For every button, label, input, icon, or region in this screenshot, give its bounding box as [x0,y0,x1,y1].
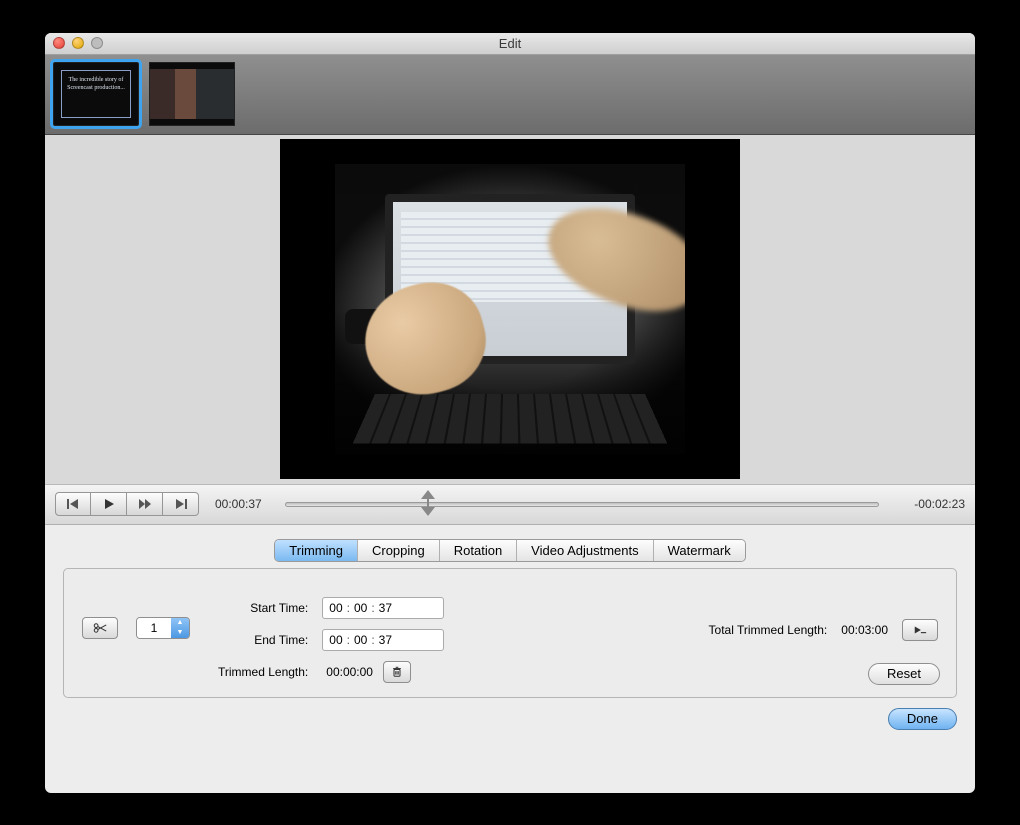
tab-trimming[interactable]: Trimming [275,540,358,561]
trim-time-grid: Start Time: 00: 00: 37 End Time: 00: 00:… [218,597,444,683]
fast-forward-button[interactable] [127,492,163,516]
delete-segment-button[interactable] [383,661,411,683]
play-export-icon [913,624,927,636]
end-mm: 00 [354,633,367,647]
preview-area [45,135,975,485]
segment-stepper[interactable]: 1 ▲ ▼ [136,617,190,639]
trimmed-length-value: 00:00:00 [326,665,373,679]
preview-trimmed-button[interactable] [902,619,938,641]
skip-end-icon [174,498,188,510]
scissors-icon [93,622,107,634]
minimize-icon[interactable] [72,37,84,49]
start-hh: 00 [329,601,342,615]
end-time-input[interactable]: 00: 00: 37 [322,629,444,651]
trimming-panel: 1 ▲ ▼ Start Time: 00: 00: 37 End Time: 0… [63,568,957,698]
total-trimmed-label: Total Trimmed Length: [709,623,828,637]
video-frame-image [335,164,685,454]
play-icon [102,498,116,510]
end-time-label: End Time: [218,633,308,647]
start-time-label: Start Time: [218,601,308,615]
titlebar: Edit [45,33,975,55]
trim-segment-controls: 1 ▲ ▼ [82,597,190,639]
clip-thumbnail-preview [150,69,234,119]
segment-value: 1 [137,618,171,638]
dialog-footer: Done [45,708,975,744]
clip-thumbnail-preview: The incredible story of Screencast produ… [61,70,131,118]
trash-icon [390,666,404,678]
playback-bar: 00:00:37 -00:02:23 [45,485,975,525]
tab-watermark[interactable]: Watermark [654,540,745,561]
current-time: 00:00:37 [215,497,275,511]
edit-tabs: Trimming Cropping Rotation Video Adjustm… [45,525,975,566]
clip-thumbnail[interactable]: The incredible story of Screencast produ… [53,62,139,126]
end-ss: 37 [379,633,392,647]
video-preview[interactable] [280,139,740,479]
edit-window: Edit The incredible story of Screencast … [45,33,975,793]
tab-rotation[interactable]: Rotation [440,540,517,561]
stepper-arrows[interactable]: ▲ ▼ [171,618,189,638]
chevron-down-icon[interactable]: ▼ [171,628,189,638]
close-icon[interactable] [53,37,65,49]
remaining-time: -00:02:23 [895,497,965,511]
chevron-up-icon[interactable]: ▲ [171,618,189,628]
playback-buttons [55,492,199,516]
total-trimmed-value: 00:03:00 [841,623,888,637]
done-button[interactable]: Done [888,708,957,730]
trimmed-length-label: Trimmed Length: [218,665,308,679]
tab-video-adjustments[interactable]: Video Adjustments [517,540,653,561]
total-trimmed-info: Total Trimmed Length: 00:03:00 [709,597,938,641]
tab-cropping[interactable]: Cropping [358,540,440,561]
playhead-marker[interactable] [419,490,437,516]
window-title: Edit [45,36,975,51]
cut-button[interactable] [82,617,118,639]
zoom-icon[interactable] [91,37,103,49]
window-controls [45,37,103,49]
prev-button[interactable] [55,492,91,516]
start-mm: 00 [354,601,367,615]
clip-thumbnail[interactable] [149,62,235,126]
skip-start-icon [66,498,80,510]
start-ss: 37 [379,601,392,615]
end-hh: 00 [329,633,342,647]
fast-forward-icon [138,498,152,510]
timeline-slider[interactable] [285,496,879,512]
tab-segmented-control: Trimming Cropping Rotation Video Adjustm… [274,539,745,562]
reset-button[interactable]: Reset [868,663,940,685]
next-button[interactable] [163,492,199,516]
clip-thumbnail-bar: The incredible story of Screencast produ… [45,55,975,135]
start-time-input[interactable]: 00: 00: 37 [322,597,444,619]
timeline-track [285,502,879,507]
play-button[interactable] [91,492,127,516]
